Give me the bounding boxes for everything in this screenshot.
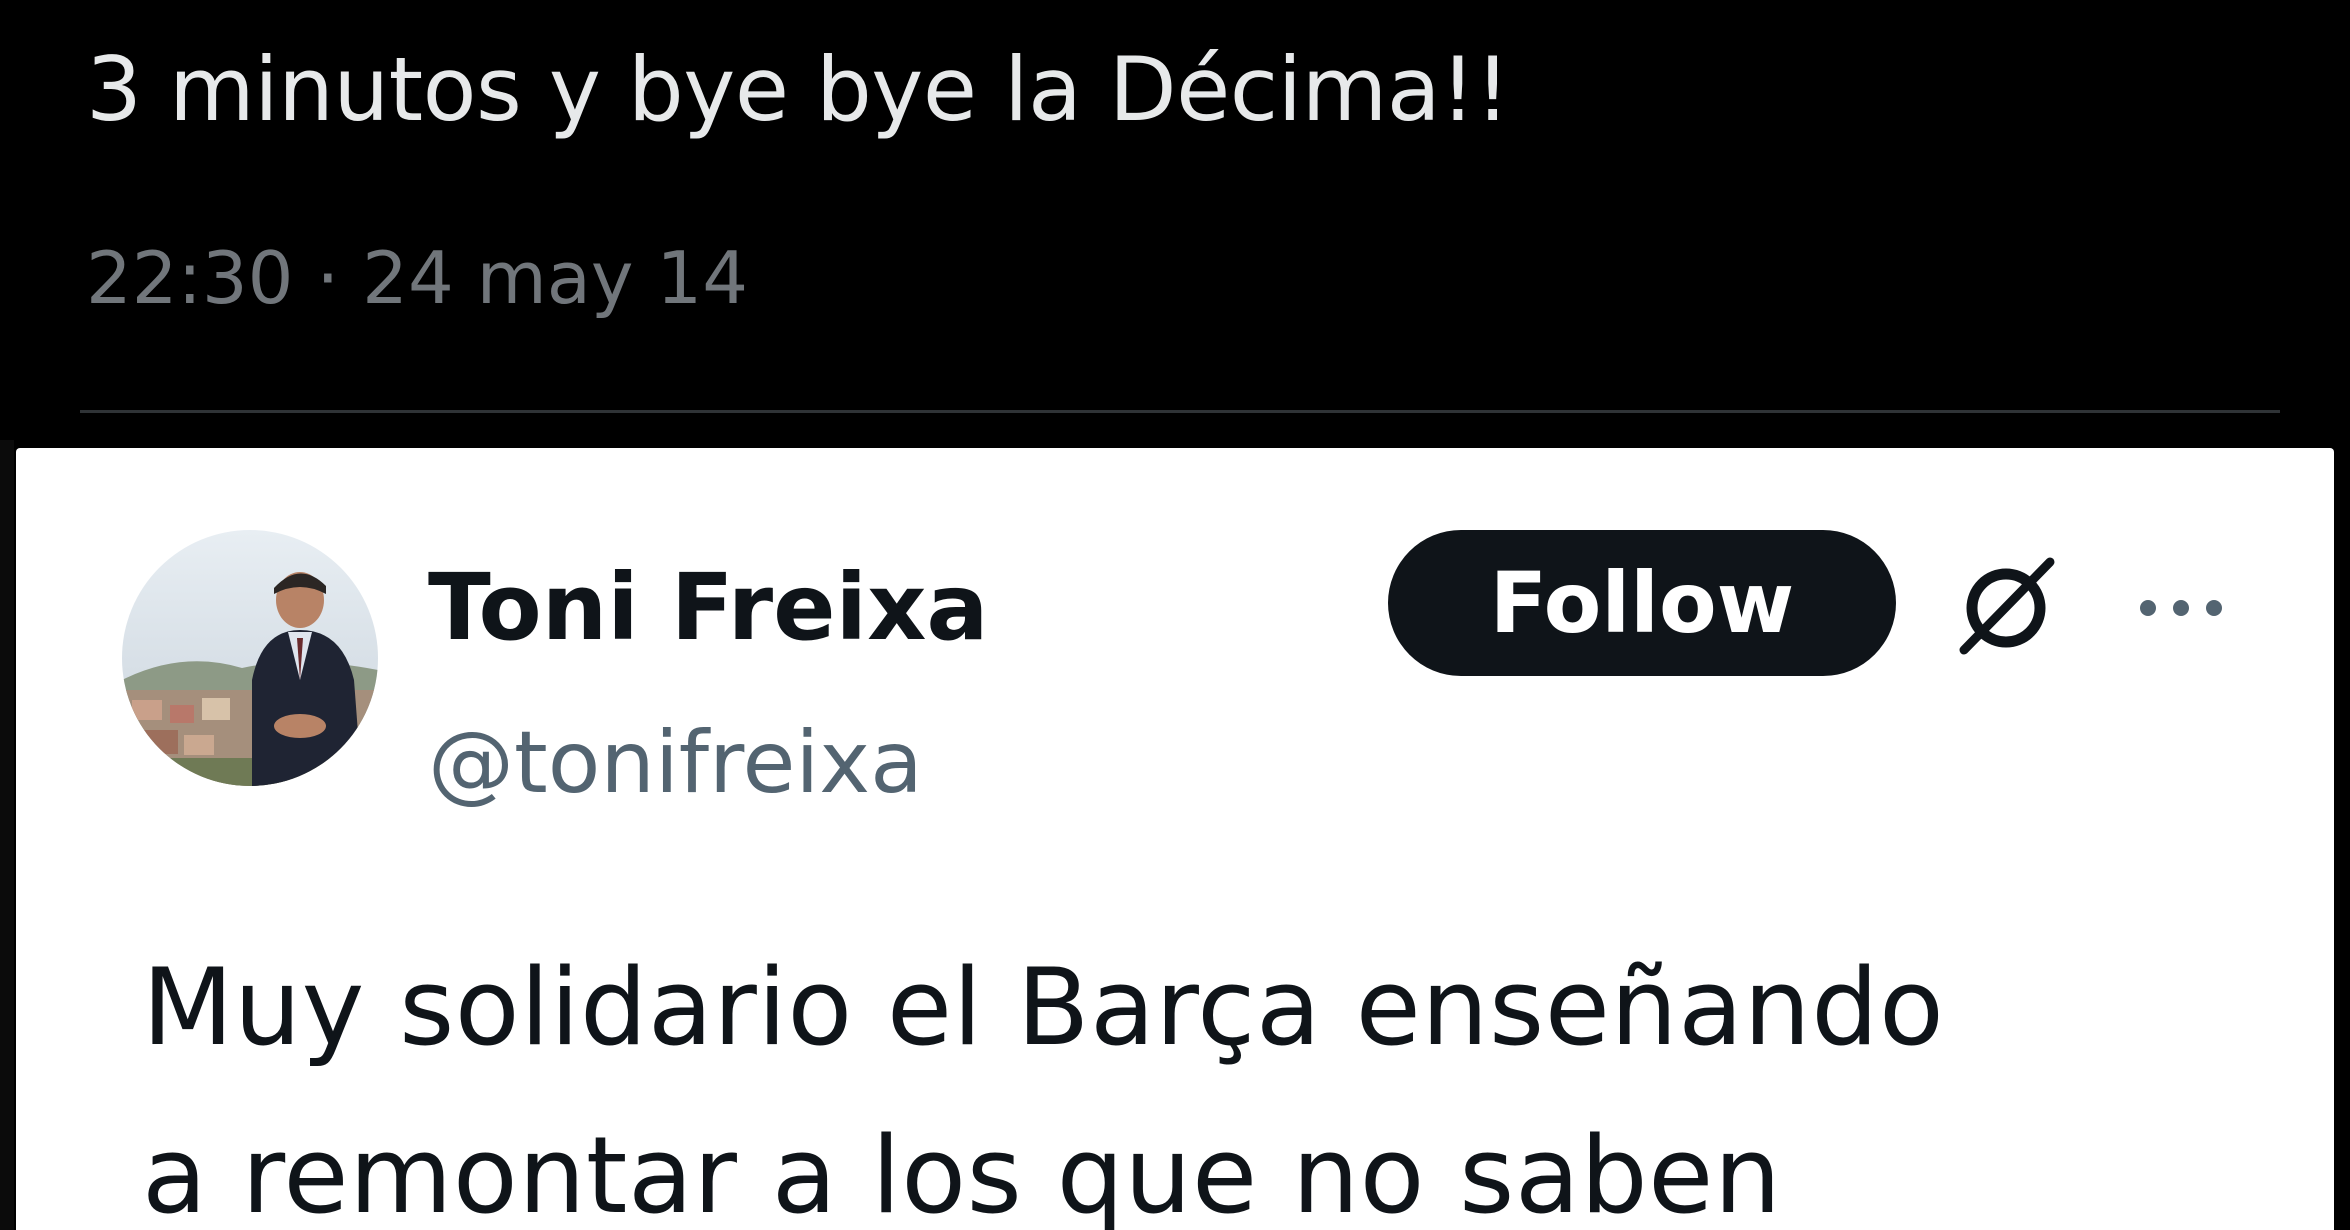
avatar-photo xyxy=(122,530,378,786)
follow-button[interactable]: Follow xyxy=(1388,530,1896,676)
divider xyxy=(80,410,2280,413)
author-handle[interactable]: @tonifreixa xyxy=(428,708,923,818)
parent-tweet-timestamp[interactable]: 22:30 · 24 may 14 xyxy=(86,218,748,338)
more-options-icon[interactable] xyxy=(2126,558,2236,658)
x-logo-icon[interactable] xyxy=(1946,548,2066,668)
screenshot: 3 minutos y bye bye la Décima!! 22:30 · … xyxy=(0,0,2350,1230)
more-dots xyxy=(2140,600,2222,616)
avatar[interactable] xyxy=(122,530,378,786)
parent-tweet: 3 minutos y bye bye la Décima!! 22:30 · … xyxy=(0,0,2350,440)
body-line: a remontar a los que no saben xyxy=(142,1114,1782,1230)
parent-tweet-text: 3 minutos y bye bye la Décima!! xyxy=(86,38,1510,141)
author-name[interactable]: Toni Freixa xyxy=(428,548,989,668)
quoted-tweet-card[interactable]: Toni Freixa @tonifreixa Follow Muy solid… xyxy=(16,448,2334,1230)
x-logo-glyph xyxy=(1959,557,2055,655)
quoted-tweet-body: Muy solidario el Barça enseñando a remon… xyxy=(142,924,2322,1230)
body-line: Muy solidario el Barça enseñando xyxy=(142,946,1945,1069)
